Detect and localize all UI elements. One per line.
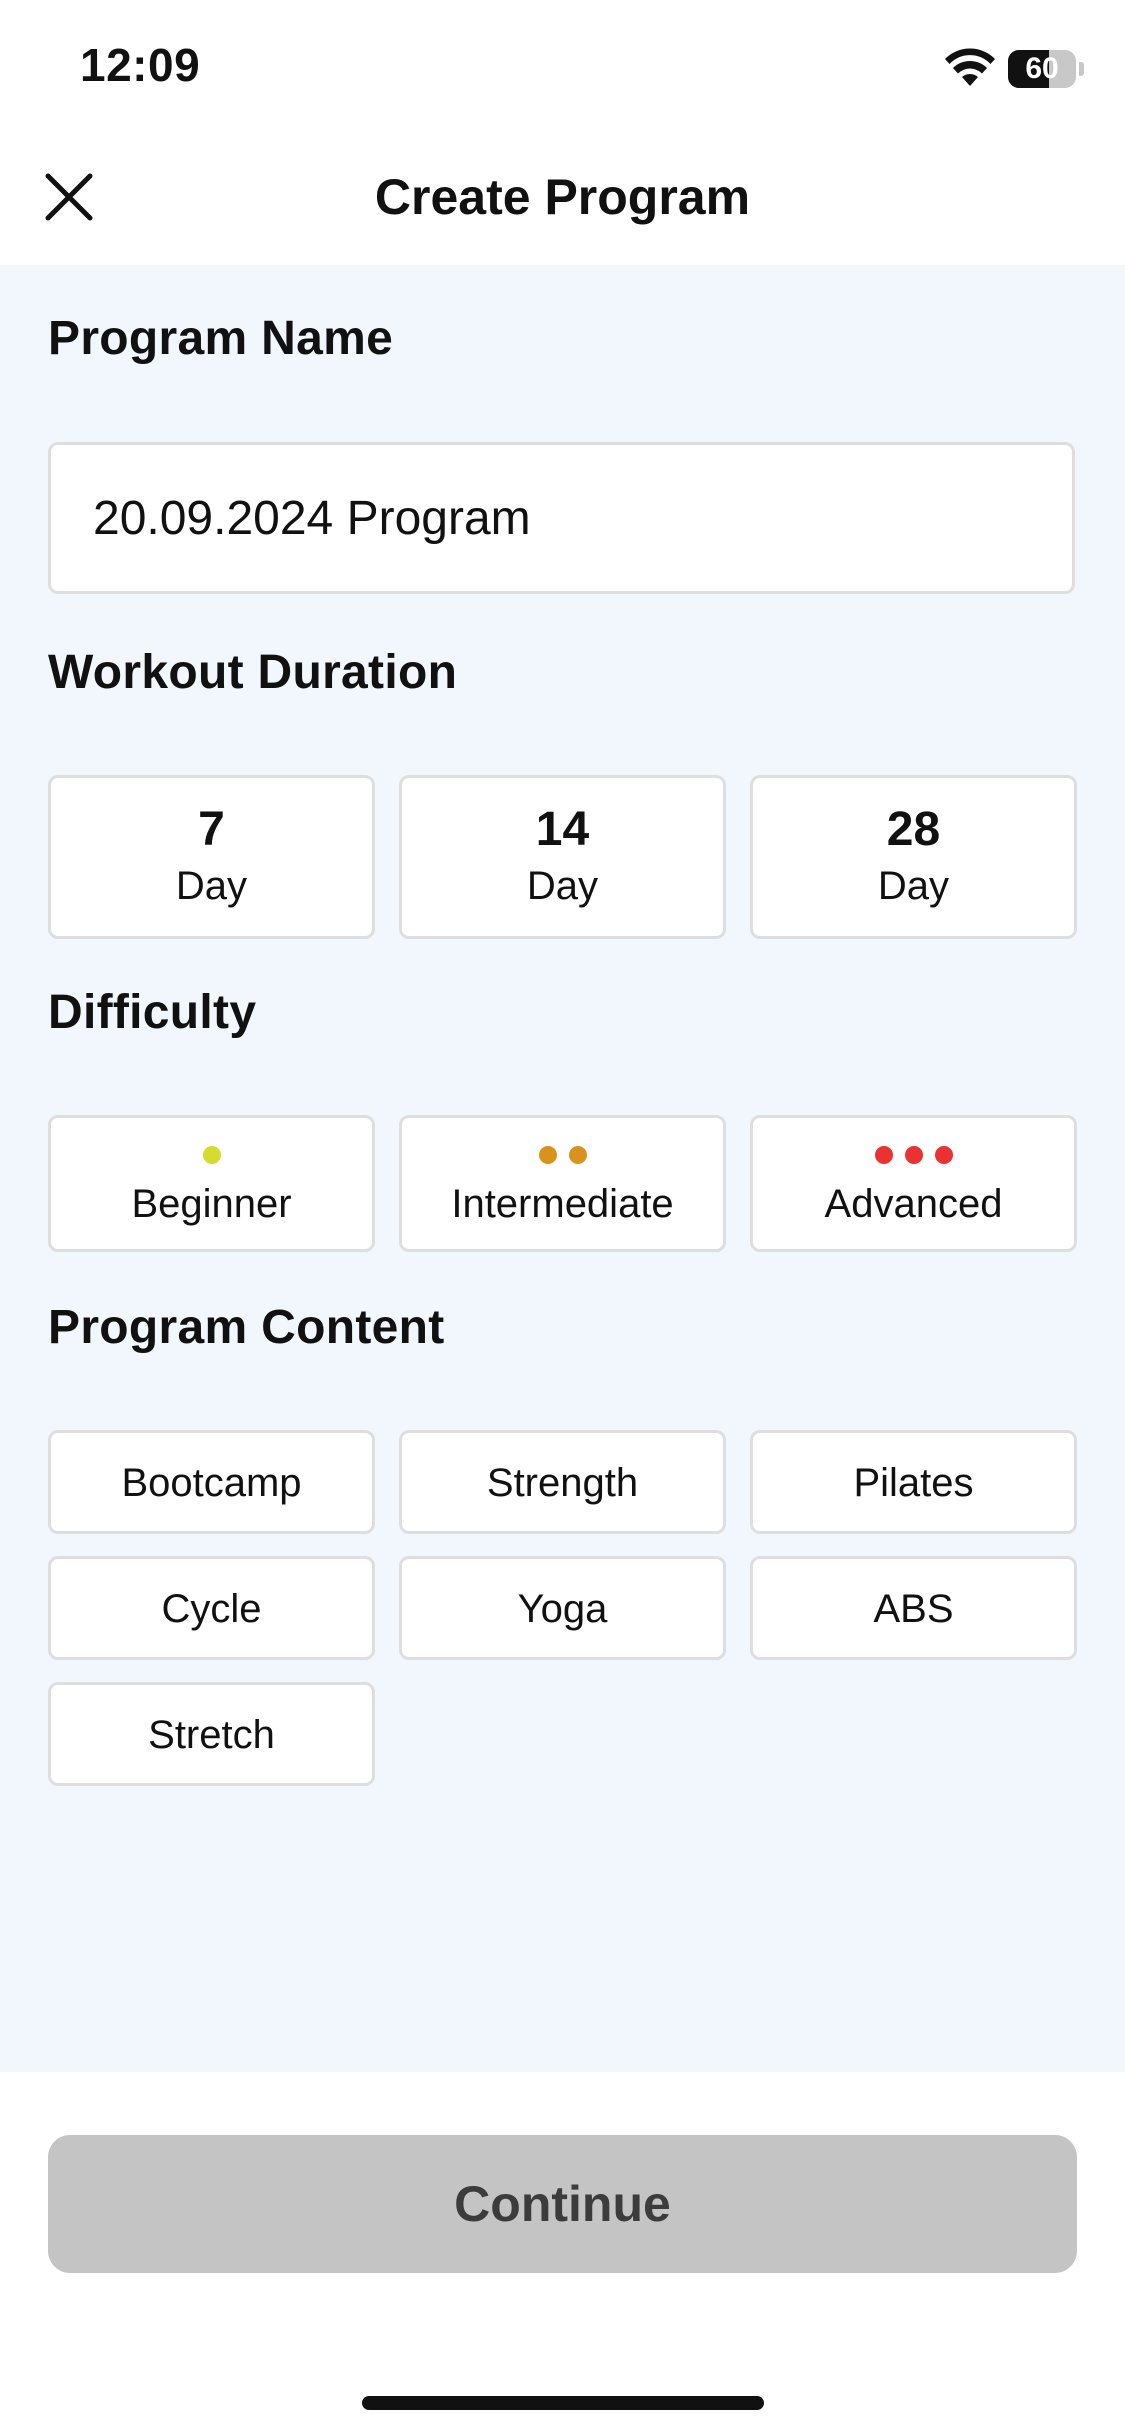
difficulty-dot: [934, 1146, 953, 1164]
difficulty-dots: [51, 1146, 372, 1166]
battery-body: 60: [1008, 50, 1076, 88]
content-option-abs[interactable]: ABS: [750, 1556, 1077, 1660]
content-option-bootcamp[interactable]: Bootcamp: [48, 1430, 375, 1534]
content-option-label: ABS: [873, 1587, 954, 1631]
duration-option-14[interactable]: 14 Day: [399, 775, 726, 939]
duration-number: 28: [886, 803, 941, 856]
difficulty-option-beginner[interactable]: Beginner: [48, 1115, 375, 1252]
status-time: 12:09: [80, 39, 201, 91]
content-option-label: Strength: [486, 1461, 639, 1505]
page-title: Create Program: [374, 169, 751, 225]
workout-duration-label: Workout Duration: [48, 646, 458, 699]
program-content-label: Program Content: [48, 1301, 445, 1354]
content-option-cycle[interactable]: Cycle: [48, 1556, 375, 1660]
program-name-input[interactable]: [48, 442, 1075, 594]
difficulty-dot: [538, 1146, 557, 1164]
difficulty-dot: [904, 1146, 923, 1164]
content-option-strength[interactable]: Strength: [399, 1430, 726, 1534]
duration-number: 7: [198, 803, 225, 856]
difficulty-option-advanced[interactable]: Advanced: [750, 1115, 1077, 1252]
wifi-icon: [945, 48, 995, 86]
difficulty-dot: [568, 1146, 587, 1164]
home-indicator: [362, 2396, 764, 2410]
battery-level: 60: [1025, 52, 1059, 85]
header: Create Program: [0, 140, 1125, 265]
duration-unit: Day: [877, 864, 950, 908]
difficulty-option-intermediate[interactable]: Intermediate: [399, 1115, 726, 1252]
difficulty-option-label: Advanced: [824, 1182, 1003, 1226]
difficulty-dot: [202, 1146, 221, 1164]
duration-number: 14: [535, 803, 590, 856]
battery-tip: [1079, 62, 1084, 76]
content-option-label: Cycle: [161, 1587, 262, 1631]
status-bar: 12:09 60: [0, 0, 1125, 140]
duration-option-7[interactable]: 7 Day: [48, 775, 375, 939]
difficulty-label: Difficulty: [48, 986, 257, 1039]
duration-option-28[interactable]: 28 Day: [750, 775, 1077, 939]
difficulty-option-label: Intermediate: [451, 1182, 674, 1226]
duration-unit: Day: [526, 864, 599, 908]
content-option-label: Pilates: [853, 1461, 974, 1505]
content-option-pilates[interactable]: Pilates: [750, 1430, 1077, 1534]
content-option-label: Stretch: [148, 1713, 275, 1757]
main-content: Program Name Workout Duration 7 Day 14 D…: [0, 265, 1125, 2072]
continue-button[interactable]: Continue: [48, 2135, 1077, 2273]
difficulty-dots: [402, 1146, 723, 1166]
battery-icon: 60: [1008, 50, 1084, 88]
content-option-yoga[interactable]: Yoga: [399, 1556, 726, 1660]
difficulty-dot: [874, 1146, 893, 1164]
difficulty-dots: [753, 1146, 1074, 1166]
program-name-label: Program Name: [48, 312, 394, 365]
difficulty-option-label: Beginner: [131, 1182, 292, 1226]
duration-unit: Day: [175, 864, 248, 908]
content-option-label: Bootcamp: [121, 1461, 302, 1505]
content-option-label: Yoga: [517, 1587, 608, 1631]
content-option-stretch[interactable]: Stretch: [48, 1682, 375, 1786]
